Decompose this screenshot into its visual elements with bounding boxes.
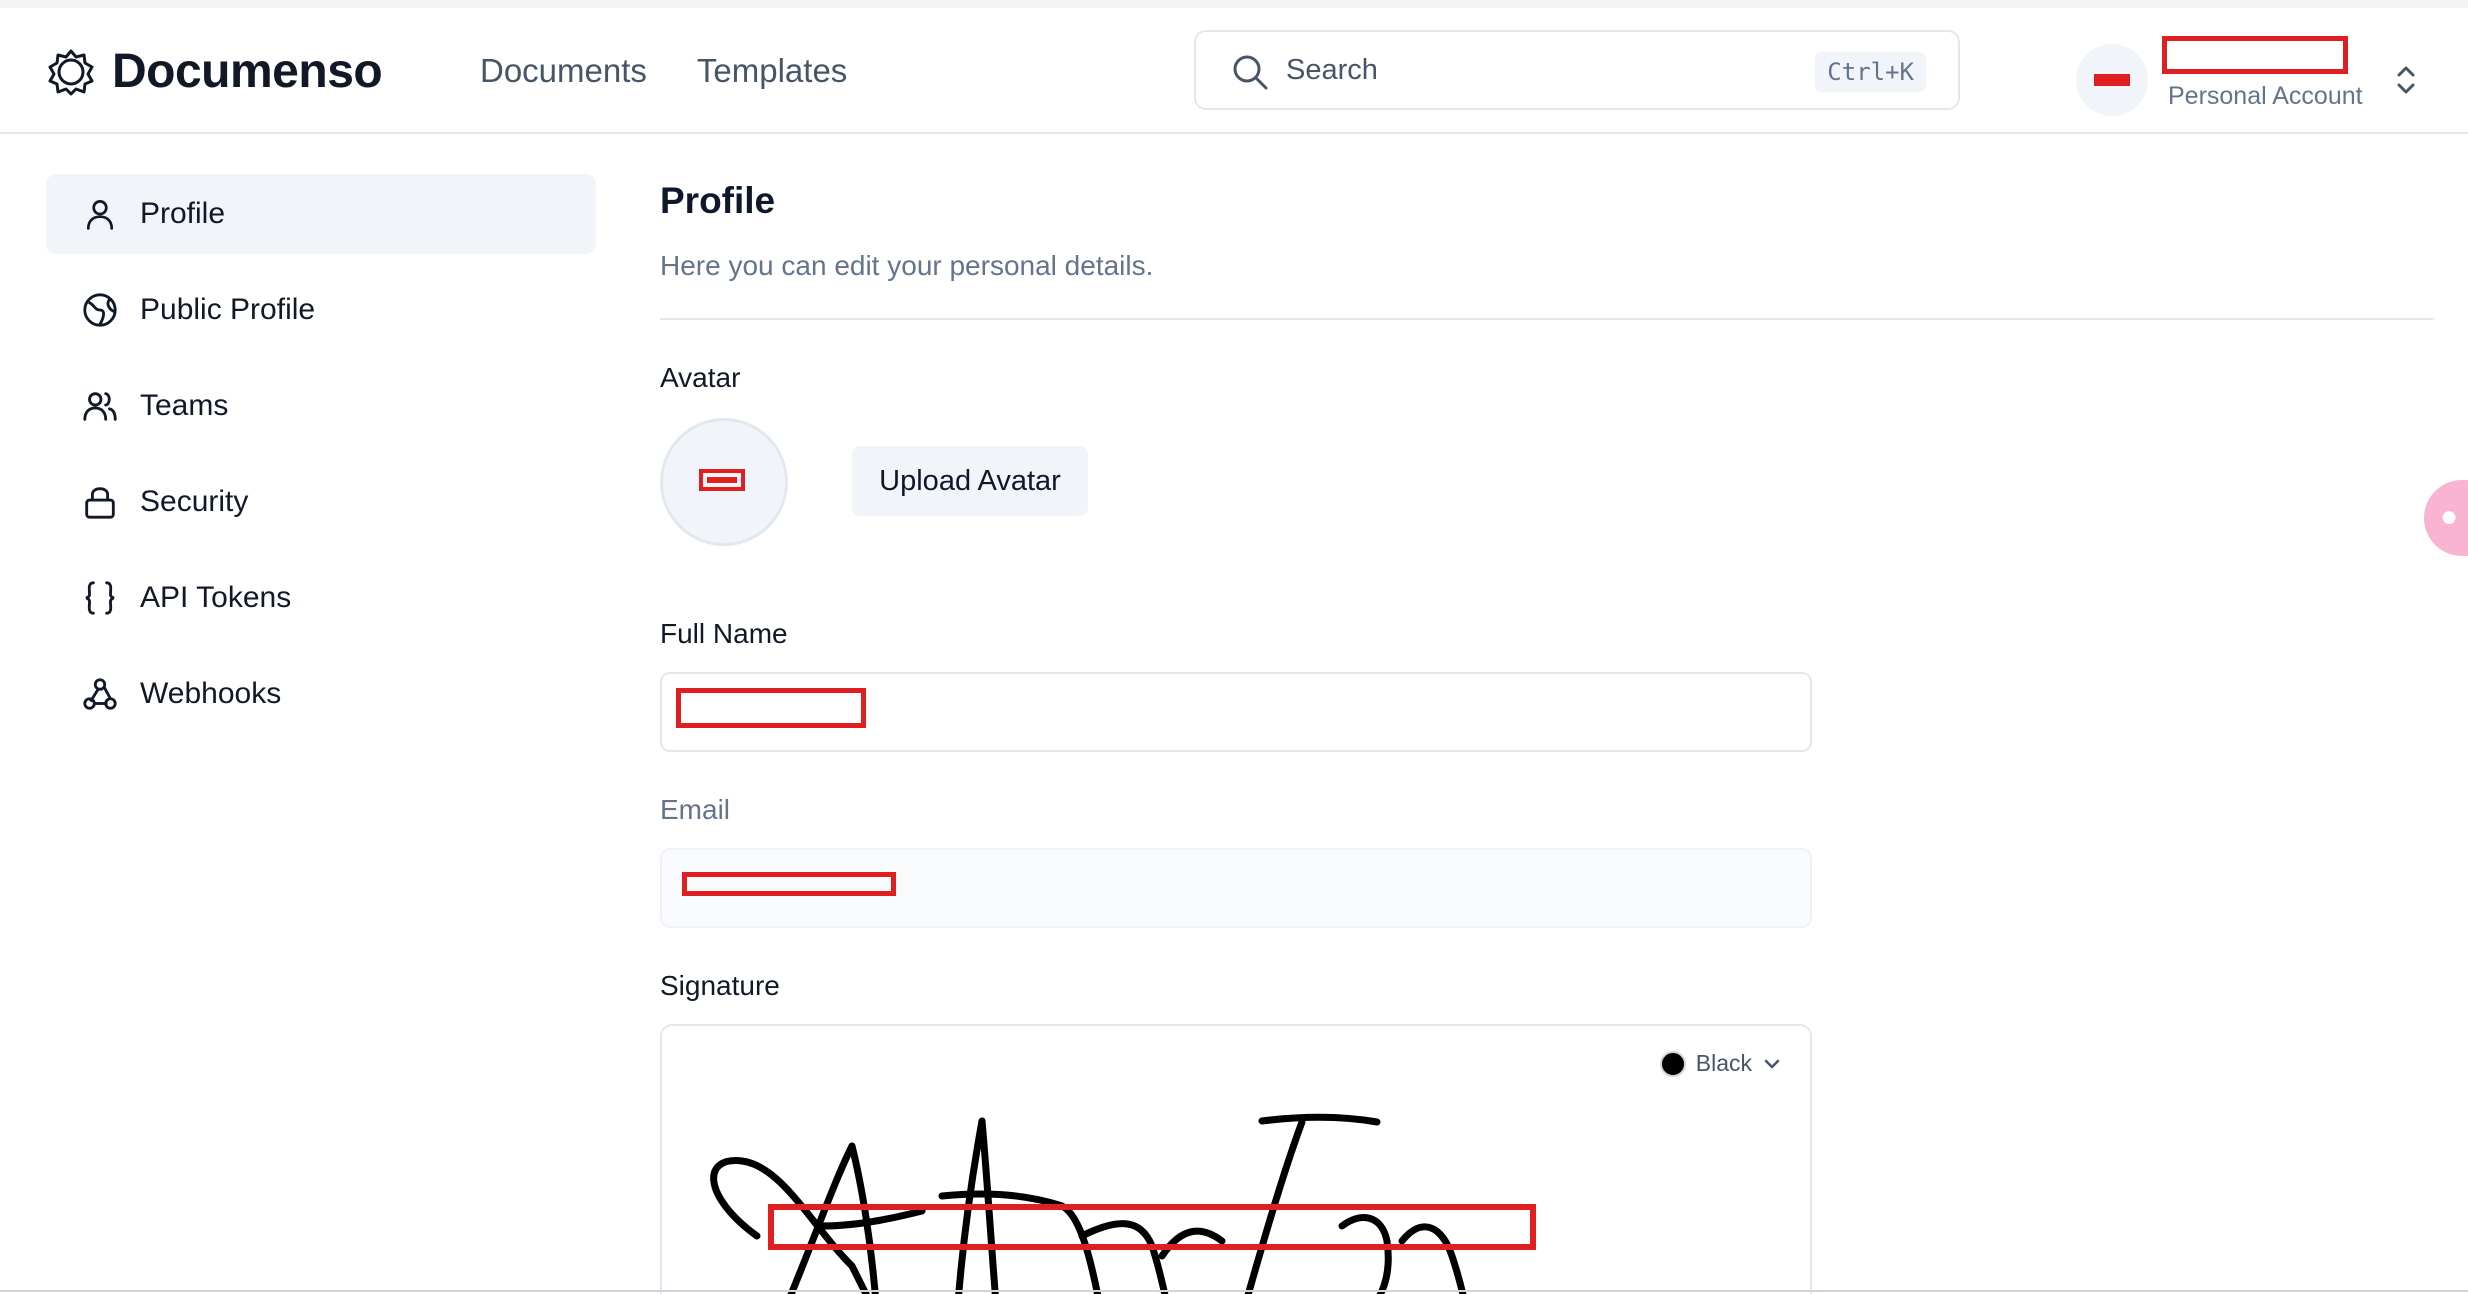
braces-icon [80, 578, 120, 618]
page-title: Profile [660, 180, 776, 221]
sidebar-item-label: Public Profile [140, 293, 316, 326]
sidebar-item-security[interactable]: Security [46, 462, 596, 542]
page-subtitle: Here you can edit your personal details. [660, 250, 1154, 281]
upload-avatar-button[interactable]: Upload Avatar [852, 446, 1088, 516]
sidebar-item-webhooks[interactable]: Webhooks [46, 654, 596, 734]
chevrons-up-down-icon [2397, 66, 2415, 94]
app-header: Documenso Documents Templates Search Ctr… [0, 8, 2468, 134]
avatar-label: Avatar [660, 362, 741, 393]
full-name-input[interactable] [660, 672, 1812, 752]
sidebar-item-label: API Tokens [140, 581, 292, 614]
redacted-avatar-initials [699, 469, 745, 491]
sidebar-item-label: Profile [140, 197, 226, 230]
redacted-signature-name [768, 1204, 1536, 1250]
sidebar-item-public-profile[interactable]: Public Profile [46, 270, 596, 350]
webhook-icon [80, 674, 120, 714]
redacted-initials [2094, 74, 2130, 86]
signature-pad[interactable]: Black [660, 1024, 1812, 1294]
sidebar-item-label: Webhooks [140, 677, 282, 710]
user-icon [80, 194, 120, 234]
signature-drawing [710, 1113, 1467, 1294]
signature-label: Signature [660, 970, 780, 1001]
documenso-logo-icon [48, 49, 94, 95]
floating-assistant-button[interactable]: ● [2424, 480, 2468, 556]
profile-panel: Profile Here you can edit your personal … [660, 180, 2434, 1294]
assistant-icon: ● [2440, 500, 2459, 533]
users-icon [80, 386, 120, 426]
sidebar-item-label: Security [140, 485, 249, 518]
brand-name: Documenso [112, 45, 383, 98]
settings-sidebar: Profile Public Profile Teams Security AP… [46, 174, 596, 750]
full-name-label: Full Name [660, 618, 788, 649]
nav-templates[interactable]: Templates [697, 52, 847, 90]
redacted-email [682, 872, 896, 896]
sidebar-item-api-tokens[interactable]: API Tokens [46, 558, 596, 638]
brand-logo[interactable]: Documenso [46, 44, 383, 99]
section-divider [660, 318, 2434, 320]
globe-icon [80, 290, 120, 330]
sidebar-item-label: Teams [140, 389, 229, 422]
email-field [660, 848, 1812, 928]
email-label: Email [660, 794, 731, 825]
top-nav: Documents Templates [480, 52, 847, 90]
avatar-preview [660, 418, 788, 546]
account-switcher[interactable]: Personal Account [2076, 32, 2436, 116]
search-shortcut-badge: Ctrl+K [1815, 52, 1926, 92]
lock-icon [80, 482, 120, 522]
account-type: Personal Account [2168, 82, 2363, 110]
redacted-full-name [676, 688, 866, 728]
account-avatar [2076, 44, 2148, 116]
search-bar[interactable]: Search Ctrl+K [1194, 30, 1960, 110]
search-icon [1233, 55, 1268, 90]
sidebar-item-teams[interactable]: Teams [46, 366, 596, 446]
redacted-account-name [2162, 36, 2348, 74]
window-bottom-edge [0, 1290, 2468, 1292]
search-placeholder: Search [1286, 54, 1378, 86]
nav-documents[interactable]: Documents [480, 52, 647, 90]
sidebar-item-profile[interactable]: Profile [46, 174, 596, 254]
window-top-strip [0, 0, 2468, 8]
